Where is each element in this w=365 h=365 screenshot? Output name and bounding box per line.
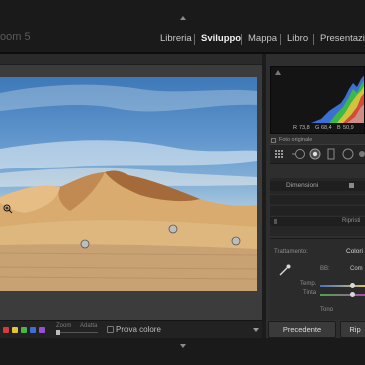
wb-value[interactable]: Com xyxy=(350,266,363,272)
r-label: R xyxy=(293,125,297,131)
g-value: 68,4 xyxy=(321,125,332,131)
zoom-slider-knob[interactable] xyxy=(56,330,60,335)
r-value: 73,8 xyxy=(299,125,310,131)
soft-proof-label: Prova colore xyxy=(116,325,161,334)
module-separator xyxy=(241,34,242,45)
aspect-label: Dimensioni xyxy=(286,182,319,189)
angle-slider-knob[interactable] xyxy=(274,219,277,224)
temp-slider[interactable] xyxy=(320,285,365,287)
photo-preview[interactable] xyxy=(0,77,257,291)
collapse-top-panel-icon[interactable] xyxy=(180,16,186,20)
crop-options-panel: Dimensioni Ripristi xyxy=(270,178,365,236)
previous-button[interactable]: Precedente xyxy=(268,321,336,338)
temp-label: Temp. xyxy=(300,281,317,287)
reset-row: Ripristi xyxy=(270,216,365,226)
color-label-yellow[interactable] xyxy=(12,327,18,333)
histogram: R 73,8 G 68,4 B 50,9 xyxy=(270,66,365,134)
module-separator xyxy=(280,34,281,45)
g-label: G xyxy=(315,125,320,131)
graduated-filter-icon[interactable] xyxy=(327,148,335,160)
module-mappa[interactable]: Mappa xyxy=(248,33,277,44)
tint-label: Tinta xyxy=(303,290,317,296)
photo-area-header xyxy=(0,54,262,65)
module-picker: Libreria Sviluppo Mappa Libro Presentazi… xyxy=(0,33,365,47)
zoom-fit-label[interactable]: Adatta xyxy=(80,323,97,329)
adjustment-brush-icon[interactable] xyxy=(359,148,365,160)
radial-filter-icon[interactable] xyxy=(342,148,354,160)
soft-proof-checkbox[interactable] xyxy=(107,326,114,333)
color-label-red[interactable] xyxy=(3,327,9,333)
photo-toolbar: Zoom Adatta Prova colore xyxy=(0,320,262,338)
toolbar-menu-chevron-icon[interactable] xyxy=(253,328,259,332)
zoom-slider[interactable] xyxy=(56,332,98,333)
color-label-blue[interactable] xyxy=(30,327,36,333)
module-libro[interactable]: Libro xyxy=(287,33,308,44)
b-label: B xyxy=(337,125,341,131)
develop-tool-strip xyxy=(270,144,365,164)
b-value: 50,9 xyxy=(343,125,354,131)
color-label-purple[interactable] xyxy=(39,327,45,333)
reset-label[interactable]: Ripristi xyxy=(342,218,360,224)
module-sviluppo[interactable]: Sviluppo xyxy=(201,33,241,44)
white-balance-dropper-icon[interactable] xyxy=(278,263,292,277)
basic-panel: Trattamento: Colori BB: Com Temp. Tinta … xyxy=(270,238,365,320)
crop-option-row xyxy=(270,194,365,204)
treatment-label: Trattamento: xyxy=(274,249,308,255)
top-bar: oom 5 Libreria Sviluppo Mappa Libro Pres… xyxy=(0,0,365,52)
aspect-row: Dimensioni xyxy=(270,181,365,191)
zoom-label: Zoom xyxy=(56,323,72,329)
color-label-green[interactable] xyxy=(21,327,27,333)
module-separator xyxy=(313,34,314,45)
photo-area xyxy=(0,54,262,320)
temp-slider-knob[interactable] xyxy=(350,283,355,288)
wb-label: BB: xyxy=(320,266,330,272)
reset-button[interactable]: Rip xyxy=(340,321,365,338)
spot-removal-icon[interactable] xyxy=(292,148,306,160)
filmstrip-bar xyxy=(0,338,365,365)
module-libreria[interactable]: Libreria xyxy=(160,33,192,44)
lock-icon[interactable] xyxy=(349,183,354,188)
collapse-filmstrip-icon[interactable] xyxy=(180,344,186,348)
original-photo-label: Foto originale xyxy=(279,137,313,143)
desert-dunes-image xyxy=(0,84,257,291)
module-separator xyxy=(194,34,195,45)
original-photo-checkbox[interactable] xyxy=(271,138,276,143)
histogram-graph xyxy=(311,75,364,123)
tone-label: Tono xyxy=(320,307,334,313)
tint-slider-knob[interactable] xyxy=(350,292,355,297)
red-eye-icon[interactable] xyxy=(309,148,321,160)
tint-slider[interactable] xyxy=(320,294,365,296)
crop-icon[interactable] xyxy=(274,149,284,159)
treatment-color-option[interactable]: Colori xyxy=(346,248,363,255)
module-presentazione[interactable]: Presentazion xyxy=(320,33,365,44)
crop-option-row xyxy=(270,205,365,215)
right-panel: R 73,8 G 68,4 B 50,9 Foto originale Dime… xyxy=(266,54,365,338)
